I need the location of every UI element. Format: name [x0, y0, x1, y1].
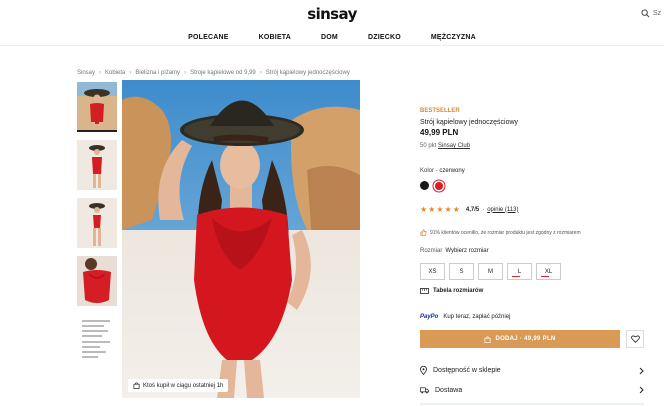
nav-kobieta[interactable]: KOBIETA: [244, 34, 306, 41]
low-stock-indicator: [541, 276, 549, 277]
nav-mezczyzna[interactable]: MĘŻCZYZNA: [416, 34, 491, 41]
color-value: czerwony: [439, 168, 465, 174]
location-pin-icon: [420, 366, 427, 375]
store-availability-label: Dostępność w sklepie: [433, 367, 501, 374]
size-xs-label: XS: [428, 268, 437, 275]
breadcrumb-item[interactable]: Strój kąpielowy jednoczęściowy: [266, 70, 350, 76]
main-nav: POLECANE KOBIETA DOM DZIECKO MĘŻCZYZNA: [0, 34, 664, 41]
size-label-text: Rozmiar: [420, 248, 443, 254]
thumbnail-list: [77, 82, 117, 372]
size-xl[interactable]: XL: [536, 263, 561, 280]
thumbnail-4[interactable]: [77, 256, 117, 306]
club-points-value: 50 pkt: [420, 143, 437, 149]
color-swatch-black[interactable]: [420, 181, 429, 190]
site-header: sinsay Sz POLECANE KOBIETA DOM DZIECKO M…: [0, 0, 664, 46]
size-m[interactable]: M: [478, 263, 503, 280]
thumbnail-2[interactable]: [77, 140, 117, 190]
size-selector: XS S M L XL: [420, 263, 561, 280]
size-xl-label: XL: [544, 268, 553, 275]
size-m-label: M: [488, 268, 493, 275]
size-fit-text: 91% klientów ocenił/o, że rozmiar produk…: [430, 229, 581, 236]
size-s-label: S: [459, 268, 464, 275]
bestseller-badge: BESTSELLER: [420, 108, 460, 114]
search-label[interactable]: Sz: [653, 10, 661, 17]
delivery-label: Dostawa: [435, 386, 463, 394]
product-main-image[interactable]: Ktoś kupił w ciągu ostatniej 1h: [122, 80, 360, 398]
club-link[interactable]: Sinsay Club: [438, 143, 470, 149]
nav-dom[interactable]: DOM: [306, 34, 353, 41]
search[interactable]: Sz: [641, 9, 661, 18]
breadcrumb-item[interactable]: Kobieta: [105, 70, 125, 76]
paypo-text: Kup teraz, zapłać później: [443, 314, 511, 320]
thumbnail-5-size-chart[interactable]: [77, 314, 117, 364]
color-swatches: [420, 181, 443, 190]
store-availability-row[interactable]: Dostępność w sklepie: [420, 366, 644, 375]
breadcrumb-item[interactable]: Stroje kąpielowe od 9,99: [190, 70, 256, 76]
size-fit-info: 91% klientów ocenił/o, że rozmiar produk…: [420, 229, 581, 236]
color-label: Kolor - czerwony: [420, 168, 465, 174]
breadcrumb-item[interactable]: Sinsay: [77, 70, 95, 76]
breadcrumb-item[interactable]: Bielizna i piżamy: [135, 70, 180, 76]
delivery-row[interactable]: Dostawa: [420, 386, 644, 394]
thumbs-up-icon: [420, 229, 427, 236]
wishlist-button[interactable]: [626, 330, 644, 348]
thumbnail-3[interactable]: [77, 198, 117, 248]
size-value: Wybierz rozmiar: [445, 248, 489, 254]
shopping-bag-icon: [133, 382, 140, 389]
chevron-right-icon: [639, 367, 644, 374]
product-price: 49,99 PLN: [420, 128, 459, 137]
recent-purchase-text: Ktoś kupił w ciągu ostatniej 1h: [143, 382, 224, 389]
truck-icon: [420, 386, 429, 393]
shopping-bag-icon: [484, 335, 491, 343]
size-l[interactable]: L: [507, 263, 532, 280]
add-to-cart-label: DODAJ · 49,99 PLN: [495, 336, 556, 342]
breadcrumb-separator-icon: ›: [129, 70, 132, 76]
size-label: Rozmiar Wybierz rozmiar: [420, 248, 489, 254]
breadcrumb: Sinsay › Kobieta › Bielizna i piżamy › Stro…: [77, 70, 350, 76]
heart-icon: [630, 335, 640, 343]
search-icon[interactable]: [641, 9, 650, 18]
reviews-link[interactable]: opinie (113): [487, 207, 518, 213]
size-table-label: Tabela rozmiarów: [433, 288, 484, 294]
size-s[interactable]: S: [449, 263, 474, 280]
club-points: 50 pkt Sinsay Club: [420, 143, 470, 149]
logo[interactable]: sinsay: [0, 5, 664, 23]
product-name: Strój kąpielowy jednoczęściowy: [420, 119, 519, 126]
color-swatch-red[interactable]: [435, 181, 443, 190]
low-stock-indicator: [512, 276, 520, 277]
rating-value: 4,7/5: [465, 206, 480, 213]
size-l-label: L: [517, 268, 522, 275]
recent-purchase-badge: Ktoś kupił w ciągu ostatniej 1h: [128, 379, 229, 392]
color-label-text: Kolor: [420, 168, 435, 174]
paypo-info[interactable]: PayPo Kup teraz, zapłać później: [420, 314, 510, 320]
divider: [420, 403, 644, 405]
breadcrumb-separator-icon: ›: [259, 70, 262, 76]
size-table-link[interactable]: Tabela rozmiarów: [420, 288, 483, 294]
paypo-logo: PayPo: [420, 314, 439, 320]
breadcrumb-separator-icon: ›: [184, 70, 187, 76]
ruler-icon: [420, 288, 429, 294]
rating: ★★★★★ 4,7/5 · opinie (113): [420, 205, 519, 214]
thumbnail-1[interactable]: [77, 82, 117, 132]
nav-polecane[interactable]: POLECANE: [173, 34, 244, 41]
size-xs[interactable]: XS: [420, 263, 445, 280]
rating-stars-icon: ★★★★★: [420, 205, 461, 214]
chevron-right-icon: [639, 386, 644, 394]
add-to-cart-button[interactable]: DODAJ · 49,99 PLN: [420, 330, 620, 348]
breadcrumb-separator-icon: ›: [99, 70, 102, 76]
nav-dziecko[interactable]: DZIECKO: [353, 34, 416, 41]
